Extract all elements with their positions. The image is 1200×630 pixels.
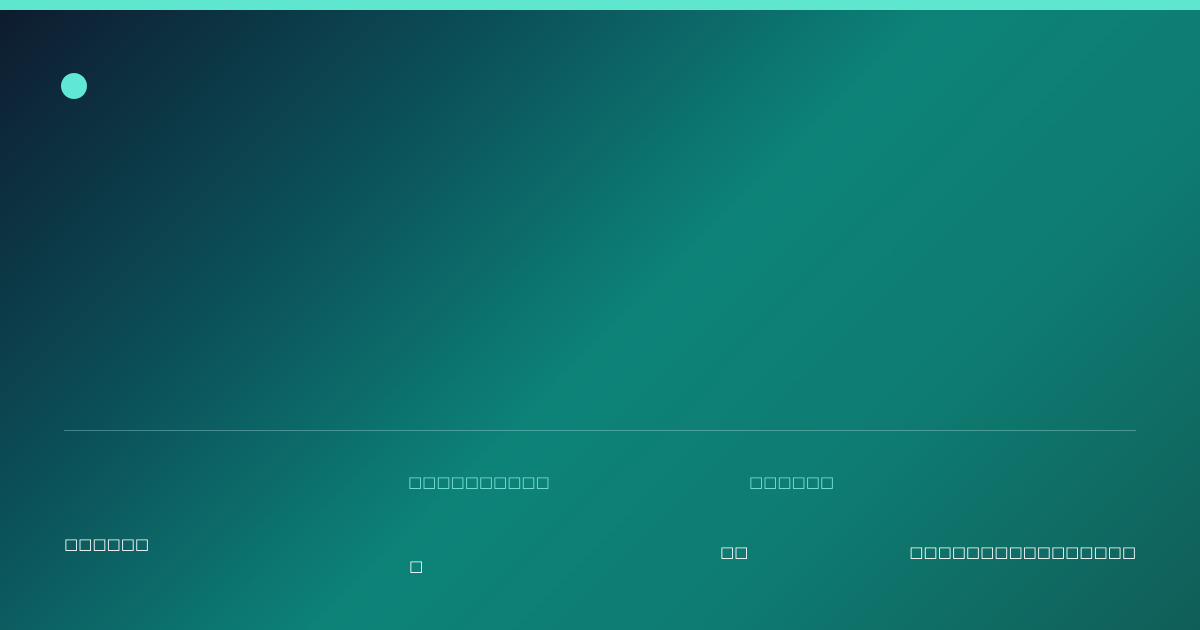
- top-accent-bar: [0, 0, 1200, 10]
- footer-right-value: □□: [720, 543, 749, 561]
- footer-far-right-text: □□□□□□□□□□□□□□□□: [909, 543, 1136, 561]
- footer-center-heading: □□□□□□□□□□: [408, 473, 550, 491]
- footer-center-subtext: □: [409, 557, 424, 575]
- footer-right-heading: □□□□□□: [749, 473, 835, 491]
- footer-left-text: □□□□□□: [64, 535, 150, 553]
- brand-dot-icon: [61, 73, 87, 99]
- divider: [64, 430, 1136, 431]
